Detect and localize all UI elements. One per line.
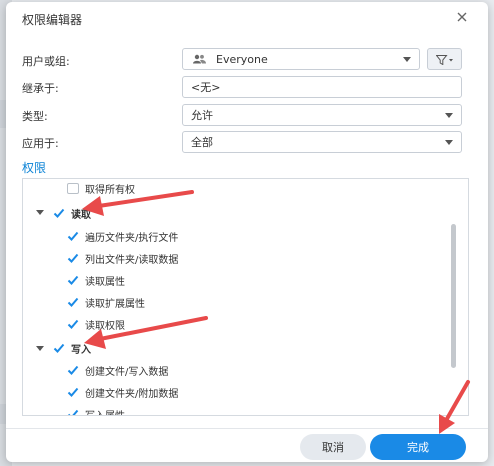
done-button[interactable]: 完成	[370, 434, 466, 460]
filter-icon	[434, 50, 454, 69]
permissions-section-title: 权限	[22, 161, 47, 175]
user-group-icon	[193, 54, 206, 64]
apply-to-value: 全部	[191, 136, 213, 149]
apply-to-label: 应用于:	[22, 137, 59, 150]
permission-take-ownership[interactable]: 取得所有权	[67, 179, 135, 198]
inherit-field: <无>	[182, 76, 462, 98]
permission-group-read[interactable]: 读取	[53, 203, 91, 223]
type-select[interactable]: 允许	[182, 104, 462, 126]
permission-label: 列出文件夹/读取数据	[85, 254, 179, 266]
close-button[interactable]	[452, 6, 472, 26]
permissions-tree: 取得所有权 读取 遍历文件夹/执行文件 列出文件夹/读取数据 读取属性 读取扩展…	[22, 178, 469, 416]
apply-to-select[interactable]: 全部	[182, 131, 462, 153]
checkmark-icon[interactable]	[53, 342, 65, 354]
permission-label: 读取扩展属性	[85, 298, 145, 310]
inherit-value: <无>	[191, 81, 221, 94]
tree-scrollbar[interactable]	[451, 224, 456, 368]
permission-traverse-folder[interactable]: 遍历文件夹/执行文件	[67, 226, 178, 246]
checkmark-icon[interactable]	[67, 252, 79, 264]
inherit-label: 继承于:	[22, 82, 59, 95]
type-value: 允许	[191, 109, 213, 122]
checkmark-icon[interactable]	[67, 364, 79, 376]
permission-label: 读取权限	[85, 320, 125, 332]
permission-label: 创建文件/写入数据	[85, 366, 169, 378]
type-label: 类型:	[22, 110, 48, 123]
dialog-title: 权限编辑器	[22, 13, 83, 27]
permission-write-attributes[interactable]: 写入属性	[67, 404, 125, 416]
user-value: Everyone	[216, 52, 268, 66]
permission-label: 取得所有权	[85, 184, 135, 196]
chevron-down-icon	[445, 140, 453, 145]
permission-read-attributes[interactable]: 读取属性	[67, 270, 125, 290]
checkmark-icon[interactable]	[67, 230, 79, 242]
checkbox-unchecked[interactable]	[67, 182, 79, 194]
permission-create-folders[interactable]: 创建文件夹/附加数据	[67, 382, 178, 402]
permission-list-folder[interactable]: 列出文件夹/读取数据	[67, 248, 178, 268]
chevron-down-icon	[445, 113, 453, 118]
user-label: 用户或组:	[22, 55, 70, 68]
permission-label: 遍历文件夹/执行文件	[85, 232, 179, 244]
checkmark-icon[interactable]	[53, 207, 65, 219]
checkmark-icon[interactable]	[67, 318, 79, 330]
permission-read-permissions[interactable]: 读取权限	[67, 314, 125, 334]
permission-label: 创建文件夹/附加数据	[85, 388, 179, 400]
checkmark-icon[interactable]	[67, 408, 79, 415]
footer-divider	[6, 428, 488, 429]
close-icon	[457, 7, 467, 26]
permission-group-write[interactable]: 写入	[53, 338, 91, 358]
cancel-button[interactable]: 取消	[300, 434, 366, 460]
permission-create-files[interactable]: 创建文件/写入数据	[67, 360, 168, 380]
permission-label: 写入	[71, 344, 91, 356]
checkmark-icon[interactable]	[67, 386, 79, 398]
user-select[interactable]: Everyone	[182, 48, 420, 70]
permission-label: 写入属性	[85, 410, 125, 416]
expand-arrow-icon[interactable]	[36, 210, 44, 215]
permission-read-extended-attributes[interactable]: 读取扩展属性	[67, 292, 145, 312]
chevron-down-icon	[403, 57, 411, 62]
checkmark-icon[interactable]	[67, 296, 79, 308]
permission-editor-dialog: 权限编辑器 用户或组: Everyone 继承于: <无> 类型: 允许 应用于…	[6, 2, 488, 462]
permission-label: 读取	[71, 209, 91, 221]
filter-button[interactable]	[427, 48, 462, 70]
expand-arrow-icon[interactable]	[36, 346, 44, 351]
checkmark-icon[interactable]	[67, 274, 79, 286]
permission-label: 读取属性	[85, 276, 125, 288]
